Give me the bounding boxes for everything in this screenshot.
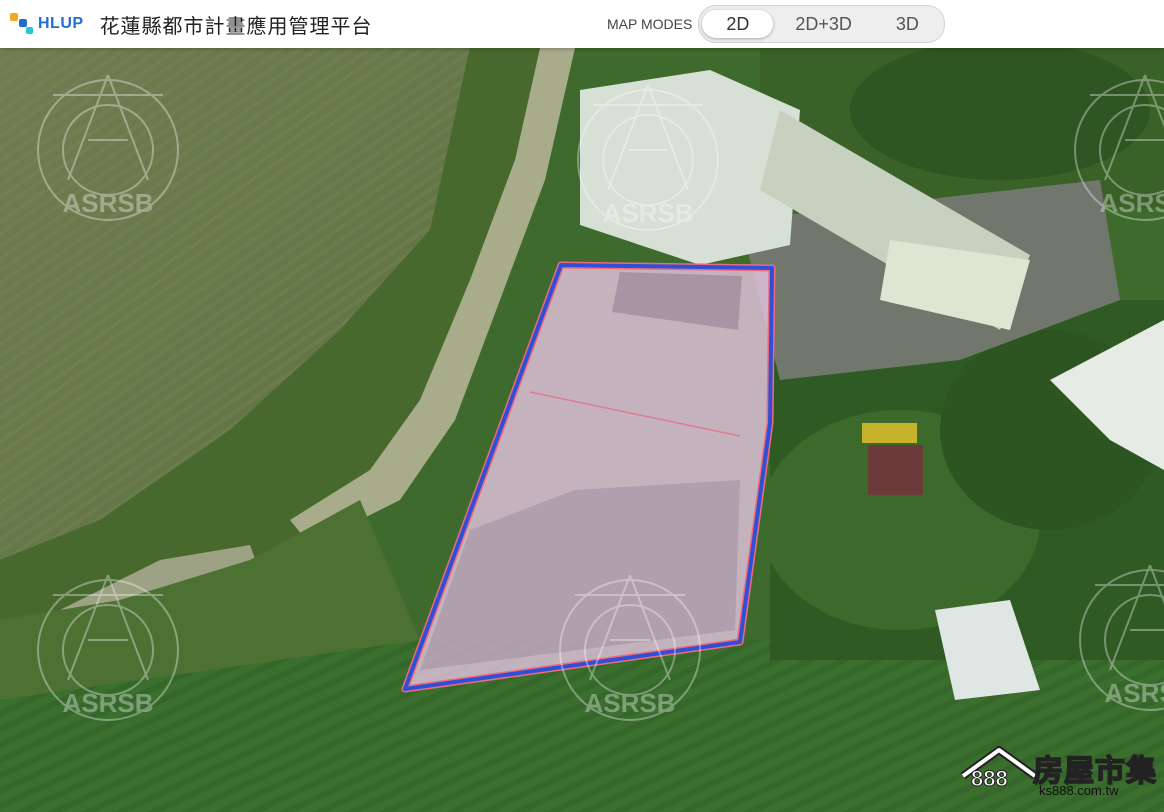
top-bar: HLUP 花蓮縣都市計畫應用管理平台 MAP MODES 2D 2D+3D 3D bbox=[0, 0, 1164, 48]
mode-3d-button[interactable]: 3D bbox=[874, 10, 941, 38]
aerial-map[interactable]: ASRSB ASRSB ASRSB ASRSB ASRSB ASRSB bbox=[0, 0, 1164, 812]
watermark-text: ASRSB bbox=[584, 688, 675, 718]
page-title: 花蓮縣都市計畫應用管理平台 bbox=[99, 13, 373, 38]
map-modes-label: MAP MODES bbox=[607, 16, 693, 32]
app-logo[interactable]: HLUP bbox=[10, 12, 84, 36]
site-watermark-badge: 888 房屋市集 ks888.com.tw bbox=[955, 744, 1160, 804]
watermark-text: ASRSB bbox=[602, 198, 693, 228]
watermark-text: ASRSB bbox=[1099, 188, 1164, 218]
logo-squares-icon bbox=[10, 12, 34, 36]
mode-button-group: 2D 2D+3D 3D bbox=[698, 5, 945, 43]
badge-number: 888 bbox=[971, 766, 1009, 792]
mode-2d3d-button[interactable]: 2D+3D bbox=[773, 10, 874, 38]
watermark-text: ASRSB bbox=[62, 688, 153, 718]
badge-url: ks888.com.tw bbox=[1039, 783, 1119, 798]
mode-2d-button[interactable]: 2D bbox=[702, 10, 774, 38]
map-mode-switcher: MAP MODES 2D 2D+3D 3D bbox=[607, 4, 945, 44]
logo-text: HLUP bbox=[38, 15, 84, 32]
watermark-text: ASRSB bbox=[62, 188, 153, 218]
watermark-text: ASRSB bbox=[1104, 678, 1164, 708]
yellow-object bbox=[862, 423, 917, 443]
